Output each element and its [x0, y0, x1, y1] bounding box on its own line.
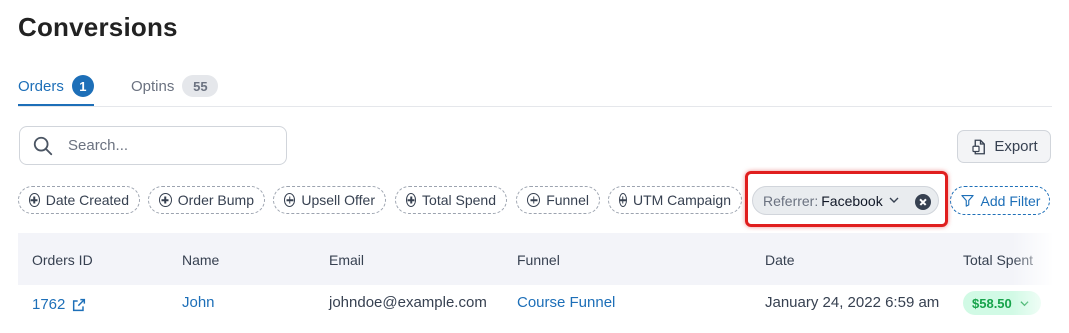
scroll-fade [1012, 285, 1052, 333]
active-filter-key: Referrer: [763, 192, 819, 209]
export-icon [972, 139, 986, 154]
add-filter-label: Add Filter [980, 192, 1041, 209]
active-tab-underline [18, 104, 94, 106]
chevron-down-icon[interactable] [889, 195, 899, 205]
filter-chip-label: Date Created [45, 192, 129, 208]
filter-chip-label: UTM Campaign [632, 192, 731, 208]
plus-circle-icon [619, 193, 627, 207]
filter-chip-utm-campaign[interactable]: UTM Campaign [608, 186, 742, 214]
filter-chip-label: Total Spend [422, 192, 496, 208]
search-box[interactable] [19, 126, 287, 165]
filter-chip-total-spend[interactable]: Total Spend [395, 186, 507, 214]
export-button[interactable]: Export [957, 130, 1051, 163]
column-header-orders-id[interactable]: Orders ID [32, 252, 93, 268]
column-header-date[interactable]: Date [765, 252, 795, 268]
tab-bar: Orders 1 Optins 55 [18, 74, 1052, 107]
add-filter-button[interactable]: Add Filter [950, 186, 1050, 215]
tab-optins-label: Optins [131, 77, 175, 95]
plus-circle-icon [527, 193, 541, 207]
total-spent-value: $58.50 [972, 295, 1012, 311]
search-input[interactable] [66, 136, 270, 155]
plus-circle-icon [29, 193, 40, 207]
scroll-fade [1012, 233, 1052, 285]
export-label: Export [994, 138, 1038, 155]
customer-email: johndoe@example.com [329, 294, 487, 311]
order-date: January 24, 2022 6:59 am [765, 294, 940, 311]
tab-orders-label: Orders [18, 77, 64, 95]
plus-circle-icon [159, 193, 172, 207]
external-link-icon [73, 298, 86, 311]
funnel-link[interactable]: Course Funnel [517, 294, 615, 311]
filter-chip-date-created[interactable]: Date Created [18, 186, 140, 214]
column-header-email[interactable]: Email [329, 252, 364, 268]
column-header-funnel[interactable]: Funnel [517, 252, 560, 268]
table-row[interactable]: 1762 John johndoe@example.com Course Fun… [18, 285, 1052, 333]
remove-filter-icon[interactable] [915, 194, 931, 210]
plus-circle-icon [406, 193, 417, 207]
customer-name-link[interactable]: John [182, 294, 215, 311]
plus-circle-icon [284, 193, 296, 207]
search-icon [33, 136, 53, 155]
filter-chip-label: Funnel [546, 192, 589, 208]
order-id: 1762 [32, 296, 66, 313]
active-filter-referrer[interactable]: Referrer: Facebook [752, 186, 939, 215]
tab-optins[interactable]: Optins 55 [131, 74, 219, 98]
tab-optins-count: 55 [182, 75, 219, 97]
tab-orders[interactable]: Orders 1 [18, 74, 94, 106]
active-filter-value: Facebook [821, 192, 883, 209]
filter-chip-upsell-offer[interactable]: Upsell Offer [273, 186, 386, 214]
column-header-name[interactable]: Name [182, 252, 219, 268]
filter-chip-order-bump[interactable]: Order Bump [148, 186, 265, 214]
filter-chip-label: Upsell Offer [301, 192, 375, 208]
page-title: Conversions [18, 12, 178, 42]
tab-orders-count: 1 [71, 75, 94, 97]
filter-icon [960, 194, 974, 207]
filter-chip-label: Order Bump [177, 192, 254, 208]
order-id-link[interactable]: 1762 [32, 296, 87, 313]
filter-chip-funnel[interactable]: Funnel [516, 186, 600, 214]
table-header: Orders ID Name Email Funnel Date Total S… [18, 233, 1052, 285]
